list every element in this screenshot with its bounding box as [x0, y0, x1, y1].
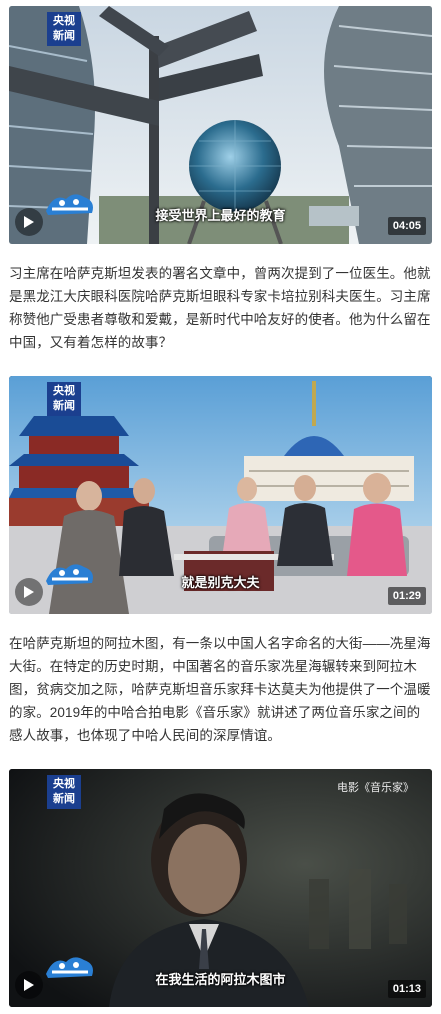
play-button[interactable] [15, 971, 43, 999]
cctv-news-logo: 央视 新闻 [47, 775, 81, 809]
play-icon [24, 586, 34, 598]
video-duration: 04:05 [387, 217, 426, 235]
video-subtitle: 在我生活的阿拉木图市 [155, 972, 286, 987]
play-button[interactable] [15, 578, 43, 606]
article-paragraph-2: 在哈萨克斯坦的阿拉木图，有一条以中国人名字命名的大街——冼星海大街。在特定的历史… [9, 636, 431, 743]
video-player-1[interactable]: 央视 新闻 接受世界上最好的教育 04:05 [9, 6, 432, 244]
cctv-news-logo: 央视 新闻 [47, 382, 81, 416]
video-player-2[interactable]: 央视 新闻 就是别克大夫 01:29 [9, 376, 432, 614]
video-subtitle: 就是别克大夫 [181, 575, 260, 590]
video-duration: 01:29 [387, 587, 426, 605]
article-feed: 央视 新闻 接受世界上最好的教育 04:05 习主席在哈萨克斯坦发表的署名文章中，… [0, 0, 441, 1014]
cctv-news-logo: 央视 新闻 [47, 12, 81, 46]
video-duration: 01:13 [387, 980, 426, 998]
video-player-3[interactable]: 央视 新闻 电影《音乐家》 在我生活的阿拉木图市 01:13 [9, 769, 432, 1007]
video-subtitle: 接受世界上最好的教育 [155, 208, 286, 223]
play-button[interactable] [15, 208, 43, 236]
movie-title-tag: 电影《音乐家》 [337, 782, 414, 794]
article-paragraph-1: 习主席在哈萨克斯坦发表的署名文章中，曾两次提到了一位医生。他就是黑龙江大庆眼科医… [9, 266, 431, 350]
play-icon [24, 216, 34, 228]
play-icon [24, 979, 34, 991]
